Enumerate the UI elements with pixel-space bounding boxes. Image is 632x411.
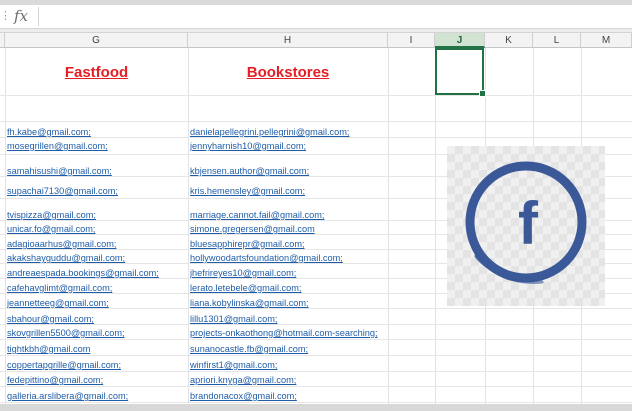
bookstore-email-cell[interactable]: winfirst1@gmail.com; (190, 358, 420, 372)
fastfood-email-cell[interactable]: jeannetteeg@gmail.com; (7, 296, 187, 310)
formula-input[interactable] (38, 7, 632, 26)
bookstore-email-cell[interactable]: liana.kobylinska@gmail.com; (190, 296, 420, 310)
bookstore-email-cell[interactable]: bluesapphirepr@gmail.com; (190, 237, 420, 251)
fastfood-email-cell[interactable]: tvispizza@gmail.com; (7, 208, 187, 222)
bookstore-email-cell[interactable]: sunanocastle.fb@gmail.com; (190, 342, 420, 356)
bookstore-email-cell[interactable]: danielapellegrini.pellegrini@gmail.com; (190, 125, 420, 139)
fastfood-email-cell[interactable]: andreaespada.bookings@gmail.com; (7, 266, 187, 280)
fastfood-email-cell[interactable]: skovgrillen5500@gmail.com; (7, 326, 187, 340)
grid-line (0, 95, 632, 96)
facebook-logo-icon: f (465, 161, 587, 284)
grid-line (188, 48, 189, 406)
fill-handle[interactable] (479, 90, 486, 97)
column-header-j[interactable]: J (435, 33, 485, 48)
fastfood-email-cell[interactable]: tightkbh@gmail.com (7, 342, 187, 356)
fastfood-email-cell[interactable]: coppertapgrille@gmail.com; (7, 358, 187, 372)
fastfood-email-cell[interactable]: fedepittino@gmail.com; (7, 373, 187, 387)
bookstore-email-cell[interactable]: kbjensen.author@gmail.com; (190, 164, 420, 178)
column-header-l[interactable]: L (533, 33, 581, 48)
logo-letter: f (518, 190, 539, 257)
bookstore-email-cell[interactable]: jhefrireyes10@gmail.com; (190, 266, 420, 280)
bookstore-email-cell[interactable]: marriage.cannot.fail@gmail.com; (190, 208, 420, 222)
bookstore-email-cell[interactable]: simone.gregersen@gmail.com (190, 222, 420, 236)
fastfood-header[interactable]: Fastfood (5, 62, 188, 84)
fastfood-email-cell[interactable]: unicar.fo@gmail.com; (7, 222, 187, 236)
fastfood-email-cell[interactable]: sbahour@gmail.com; (7, 312, 187, 326)
selected-cell-j[interactable] (435, 48, 486, 97)
column-header-i[interactable]: I (388, 33, 435, 48)
column-header-m[interactable]: M (581, 33, 632, 48)
bottom-scroll-strip (0, 404, 632, 411)
bookstore-email-cell[interactable]: jennyharnish10@gmail.com; (190, 139, 420, 153)
fastfood-email-cell[interactable]: galleria.arslibera@gmail.com; (7, 389, 187, 403)
bookstore-email-cell[interactable]: hollywoodartsfoundation@gmail.com; (190, 251, 420, 265)
insert-function-icon[interactable]: fx (14, 6, 28, 26)
grid-line (0, 121, 632, 122)
bookstores-header[interactable]: Bookstores (188, 62, 388, 84)
bookstore-email-cell[interactable]: kris.hemensley@gmail.com; (190, 184, 420, 198)
fastfood-email-cell[interactable]: cafehavglimt@gmail.com; (7, 281, 187, 295)
grid-line (5, 48, 6, 406)
fastfood-email-cell[interactable]: akakshayguddu@gmail.com; (7, 251, 187, 265)
bookstore-email-cell[interactable]: projects-onkaothong@hotmail.com-searchin… (190, 326, 420, 340)
column-header-g[interactable]: G (5, 33, 188, 48)
bookstore-email-cell[interactable]: lillu1301@gmail.com; (190, 312, 420, 326)
fastfood-email-cell[interactable]: fh.kabe@gmail.com; (7, 125, 187, 139)
fastfood-email-cell[interactable]: adagioaarhus@gmail.com; (7, 237, 187, 251)
formula-bar: ⋮ fx (0, 5, 632, 29)
fastfood-email-cell[interactable]: samahisushi@gmail.com; (7, 164, 187, 178)
fastfood-email-cell[interactable]: supachai7130@gmail.com; (7, 184, 187, 198)
column-header-h[interactable]: H (188, 33, 388, 48)
facebook-logo-image[interactable]: f (447, 146, 605, 306)
formula-bar-grip-icon: ⋮ (0, 10, 11, 22)
column-header-k[interactable]: K (485, 33, 533, 48)
bookstore-email-cell[interactable]: brandonacox@gmail.com; (190, 389, 420, 403)
bookstore-email-cell[interactable]: lerato.letebele@gmail.com; (190, 281, 420, 295)
fastfood-email-cell[interactable]: mosegrillen@gmail.com; (7, 139, 187, 153)
grid-line (435, 48, 436, 406)
bookstore-email-cell[interactable]: apriori.knyga@gmail.com; (190, 373, 420, 387)
